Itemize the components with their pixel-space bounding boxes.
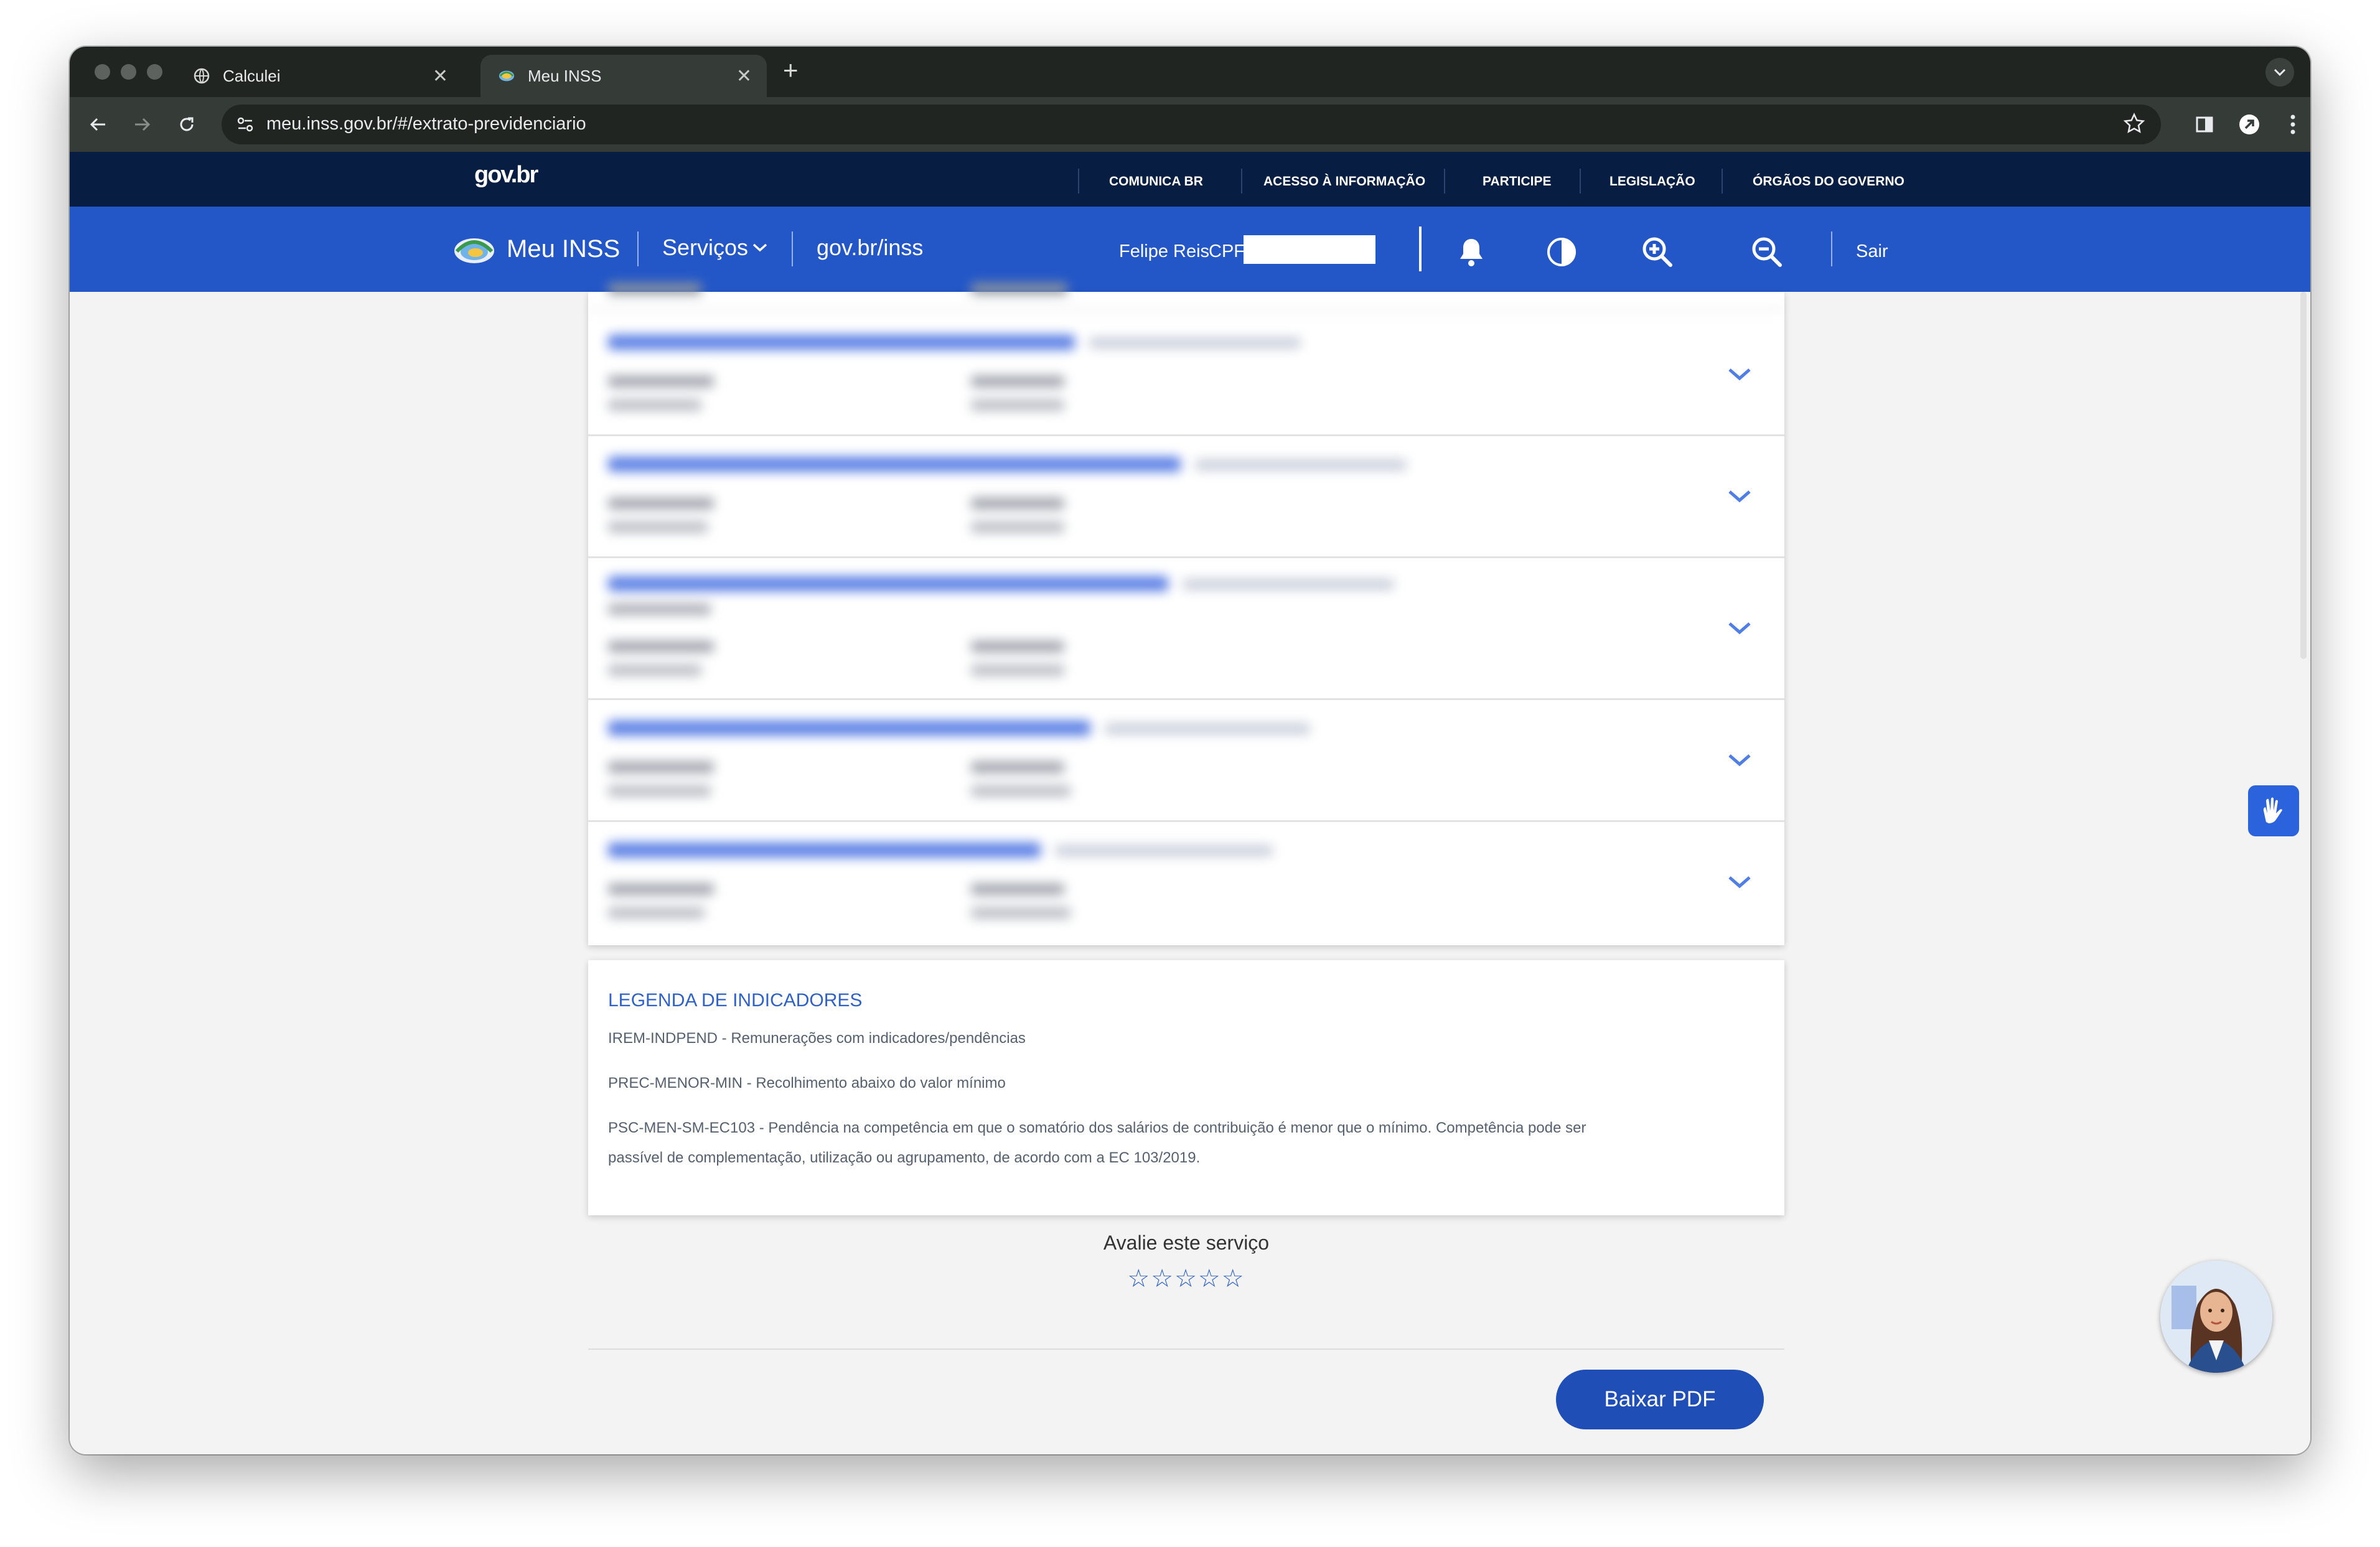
browser-window: Calculei ✕ Meu INSS ✕ + meu.inss.gov.br/…: [70, 47, 2310, 1454]
logout-link[interactable]: Sair: [1856, 241, 1888, 262]
star-icon[interactable]: ☆: [1222, 1264, 1245, 1293]
vlibras-accessibility-button[interactable]: [2248, 785, 2299, 836]
page-viewport: gov.br COMUNICA BR ACESSO À INFORMAÇÃO P…: [70, 152, 2310, 1454]
tab-meu-inss[interactable]: Meu INSS ✕: [480, 55, 767, 97]
app-name[interactable]: Meu INSS: [507, 235, 620, 263]
tab-title: Meu INSS: [528, 66, 602, 85]
star-icon[interactable]: ☆: [1198, 1264, 1222, 1293]
assistant-avatar-icon: [2160, 1261, 2272, 1373]
separator: [1722, 169, 1723, 194]
list-item[interactable]: [588, 698, 1784, 822]
zoom-in-icon[interactable]: [1641, 235, 1674, 272]
divider: [588, 1348, 1784, 1350]
star-icon[interactable]: ☆: [1174, 1264, 1198, 1293]
chevron-down-icon[interactable]: [1727, 489, 1752, 504]
chevron-down-icon[interactable]: [1727, 621, 1752, 636]
close-tab-icon[interactable]: ✕: [433, 65, 448, 87]
close-tab-icon[interactable]: ✕: [736, 65, 752, 87]
side-panel-button[interactable]: [2191, 111, 2218, 138]
globe-icon: [193, 67, 210, 85]
employment-records-list: [588, 283, 1784, 945]
url-text: meu.inss.gov.br/#/extrato-previdenciario: [266, 114, 586, 134]
side-panel-icon: [2196, 116, 2213, 133]
browser-toolbar: meu.inss.gov.br/#/extrato-previdenciario: [70, 97, 2310, 152]
separator: [1580, 169, 1581, 194]
rating-label: Avalie este serviço: [1103, 1232, 1270, 1254]
services-label: Serviços: [662, 235, 749, 260]
new-tab-button[interactable]: +: [783, 55, 799, 85]
legend-item: IREM-INDPEND - Remunerações com indicado…: [608, 1030, 1026, 1047]
arrow-right-icon: [135, 118, 151, 131]
star-icon[interactable]: ☆: [1127, 1264, 1151, 1293]
browser-tab-bar: Calculei ✕ Meu INSS ✕ +: [70, 47, 2310, 97]
gov-top-bar: gov.br COMUNICA BR ACESSO À INFORMAÇÃO P…: [70, 152, 2310, 207]
inss-logo-icon[interactable]: [453, 235, 495, 269]
chevron-down-icon[interactable]: [1727, 753, 1752, 768]
notifications-bell-icon[interactable]: [1456, 236, 1486, 271]
download-pdf-button[interactable]: Baixar PDF: [1556, 1370, 1764, 1429]
list-item[interactable]: [588, 556, 1784, 700]
contrast-icon[interactable]: [1546, 236, 1577, 271]
separator: [1831, 231, 1832, 266]
scrollbar-thumb[interactable]: [2300, 292, 2307, 659]
separator: [1078, 169, 1079, 194]
list-item: [588, 273, 1784, 310]
site-settings-icon[interactable]: [235, 115, 255, 137]
zoom-window-button[interactable]: [147, 64, 162, 80]
profile-icon: [2239, 115, 2259, 134]
separator: [637, 231, 639, 266]
minimize-window-button[interactable]: [121, 64, 136, 80]
tab-search-button[interactable]: [2265, 58, 2294, 86]
inss-logo-icon: [498, 67, 515, 85]
zoom-out-icon[interactable]: [1750, 235, 1784, 272]
sign-language-hands-icon: [2263, 797, 2282, 823]
govbr-inss-link[interactable]: gov.br/inss: [817, 235, 923, 261]
link-comunica-br[interactable]: COMUNICA BR: [1109, 174, 1203, 189]
link-participe[interactable]: PARTICIPE: [1483, 174, 1551, 189]
list-item[interactable]: [588, 820, 1784, 943]
rating-stars: ☆☆☆☆☆: [588, 1264, 1784, 1293]
reload-icon: [180, 117, 194, 131]
legend-item: PREC-MENOR-MIN - Recolhimento abaixo do …: [608, 1075, 1006, 1091]
forward-button[interactable]: [128, 111, 156, 138]
close-window-button[interactable]: [95, 64, 110, 80]
indicators-legend: LEGENDA DE INDICADORES IREM-INDPEND - Re…: [588, 960, 1784, 1215]
page-scrollbar[interactable]: [2299, 292, 2308, 1454]
link-legislacao[interactable]: LEGISLAÇÃO: [1609, 174, 1695, 189]
services-menu[interactable]: Serviços: [662, 235, 768, 261]
tab-calculei[interactable]: Calculei ✕: [176, 55, 463, 97]
main-content: LEGENDA DE INDICADORES IREM-INDPEND - Re…: [70, 283, 2310, 1454]
star-icon[interactable]: ☆: [1151, 1264, 1174, 1293]
service-rating: Avalie este serviço ☆☆☆☆☆: [588, 1232, 1784, 1293]
separator: [1419, 227, 1422, 271]
link-orgaos-governo[interactable]: ÓRGÃOS DO GOVERNO: [1753, 174, 1904, 189]
reload-button[interactable]: [173, 111, 200, 138]
separator: [792, 231, 793, 266]
more-vertical-icon: [2290, 115, 2295, 134]
address-bar[interactable]: meu.inss.gov.br/#/extrato-previdenciario: [222, 105, 2161, 144]
back-button[interactable]: [85, 111, 112, 138]
virtual-assistant-avatar[interactable]: [2160, 1261, 2272, 1373]
separator: [1444, 169, 1445, 194]
chevron-down-icon: [752, 243, 767, 252]
chevron-down-icon[interactable]: [1727, 875, 1752, 890]
user-name: Felipe Reis: [1119, 241, 1210, 261]
legend-item: PSC-MEN-SM-EC103 - Pendência na competên…: [608, 1119, 1586, 1136]
legend-title: LEGENDA DE INDICADORES: [608, 990, 863, 1011]
list-item[interactable]: [588, 434, 1784, 558]
bookmark-star-icon[interactable]: [2122, 112, 2146, 138]
browser-menu-button[interactable]: [2279, 111, 2307, 138]
separator: [1241, 169, 1242, 194]
link-acesso-informacao[interactable]: ACESSO À INFORMAÇÃO: [1263, 174, 1425, 189]
chevron-down-icon: [2274, 68, 2286, 77]
profile-button[interactable]: [2236, 111, 2263, 138]
legend-item: passível de complementação, utilização o…: [608, 1149, 1201, 1166]
cpf-value-redacted: [1244, 235, 1375, 264]
govbr-logo[interactable]: gov.br: [474, 162, 538, 189]
list-item[interactable]: [588, 312, 1784, 436]
arrow-left-icon: [90, 118, 105, 131]
chevron-down-icon[interactable]: [1727, 367, 1752, 382]
tab-title: Calculei: [223, 66, 281, 85]
